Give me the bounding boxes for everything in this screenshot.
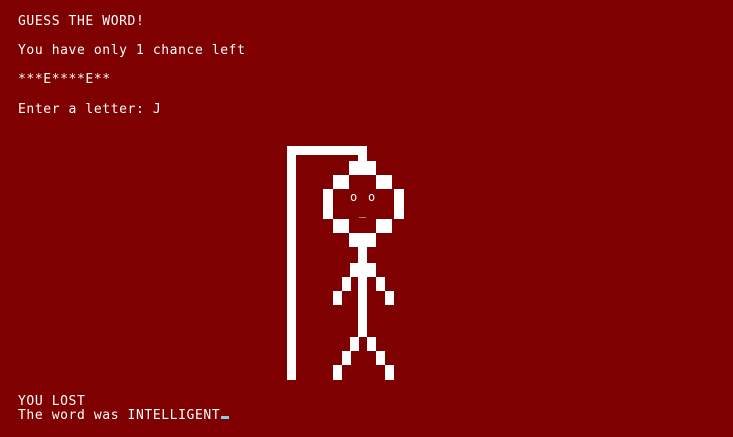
- game-screen: GUESS THE WORD! You have only 1 chance l…: [0, 0, 733, 437]
- gallows-post: [287, 146, 296, 380]
- torso: [358, 277, 367, 337]
- shoulders: [350, 263, 376, 277]
- left-eye: o: [350, 190, 358, 204]
- answer-reveal-line: The word was INTELLIGENT: [18, 408, 230, 423]
- neck: [358, 247, 367, 263]
- mouth: _: [359, 204, 367, 218]
- gallows-beam: [287, 146, 367, 155]
- game-result: YOU LOST: [18, 394, 86, 409]
- hangman-legs: [333, 337, 394, 380]
- hangman-body: [350, 247, 376, 337]
- hangman-drawing: o o _: [287, 146, 404, 380]
- right-eye: o: [368, 190, 376, 204]
- text-cursor: [221, 416, 230, 419]
- answer-reveal: The word was INTELLIGENT: [18, 408, 221, 423]
